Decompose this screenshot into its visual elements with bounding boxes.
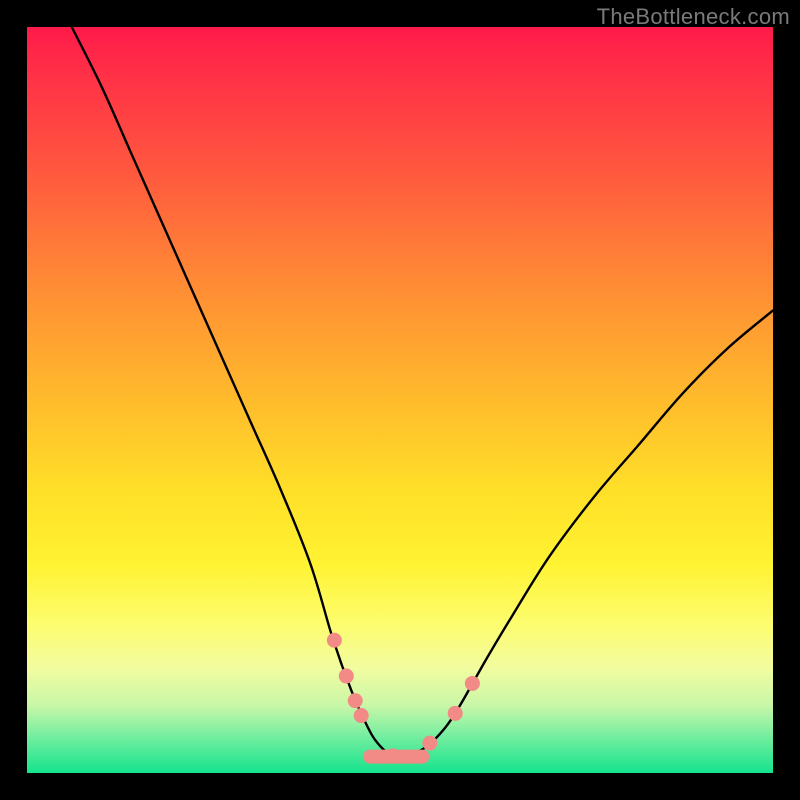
chart-svg xyxy=(27,27,773,773)
bottleneck-curve xyxy=(72,27,773,757)
chart-frame: TheBottleneck.com xyxy=(0,0,800,800)
watermark-text: TheBottleneck.com xyxy=(597,4,790,30)
highlight-points xyxy=(327,633,480,764)
